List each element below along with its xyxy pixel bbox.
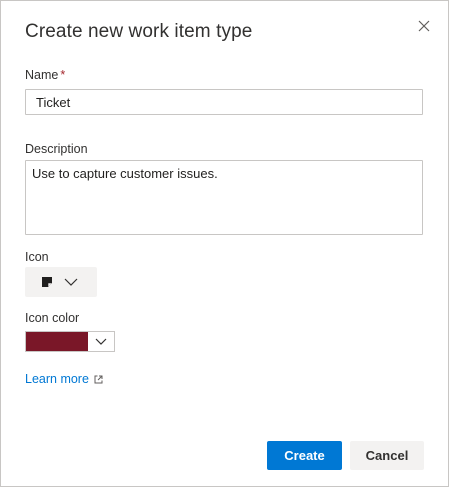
description-input[interactable]: Use to capture customer issues. [25,160,423,235]
chevron-down-icon [88,332,114,351]
name-label-text: Name [25,68,59,82]
learn-more-label: Learn more [25,372,89,386]
work-item-icon [42,277,52,287]
close-icon [418,20,430,32]
name-input[interactable] [25,89,423,115]
color-swatch [26,332,88,351]
create-button[interactable]: Create [267,441,342,470]
dialog-title: Create new work item type [25,21,253,42]
description-label: Description [25,142,88,156]
icon-color-label: Icon color [25,311,80,325]
icon-label: Icon [25,250,49,264]
required-marker: * [60,68,66,82]
icon-color-picker[interactable] [25,331,115,352]
icon-picker-dropdown[interactable] [25,267,97,297]
external-link-icon [94,375,103,384]
close-button[interactable] [413,15,435,37]
learn-more-link[interactable]: Learn more [25,372,103,386]
cancel-button[interactable]: Cancel [350,441,424,470]
create-work-item-type-dialog: Create new work item type Name* Descript… [0,0,449,487]
name-label: Name * [25,68,65,82]
chevron-down-icon [64,278,78,286]
